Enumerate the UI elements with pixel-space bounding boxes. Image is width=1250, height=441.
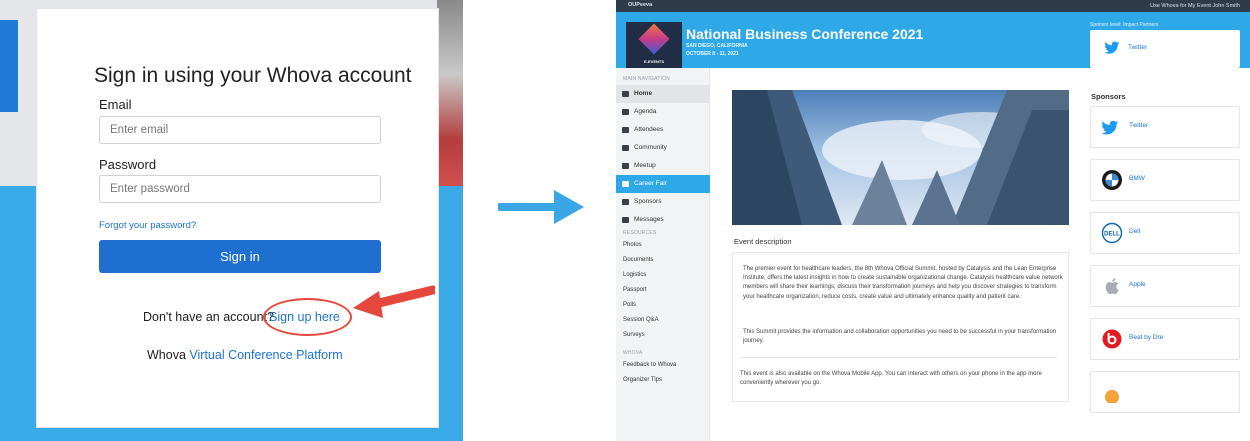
forgot-password-link[interactable]: Forgot your password? <box>99 220 196 231</box>
sidebar-item-label: Messages <box>634 216 664 223</box>
bmw-icon <box>1102 170 1122 190</box>
transition-arrow-icon <box>498 190 584 224</box>
platform-link[interactable]: Virtual Conference Platform <box>189 348 342 362</box>
event-page: OUPeeva Use Whova for My Event John Smit… <box>616 0 1250 441</box>
sponsor-card-beats[interactable]: Beat by Dre <box>1090 318 1240 360</box>
event-logo: E-EVENTS <box>626 22 682 68</box>
sponsor-name: Beat by Dre <box>1129 334 1164 341</box>
signin-button[interactable]: Sign in <box>99 240 381 273</box>
logo-text: E-EVENTS <box>643 59 664 64</box>
background-photo-strip <box>437 0 463 186</box>
email-label: Email <box>99 97 132 112</box>
topbar-links[interactable]: Use Whova for My Event John Smith <box>1150 3 1240 9</box>
description-divider <box>740 357 1057 358</box>
sidebar-item-sponsors[interactable]: Sponsors <box>616 193 710 211</box>
event-header: E-EVENTS National Business Conference 20… <box>616 12 1250 68</box>
mail-icon <box>622 217 629 223</box>
sidebar-item-surveys[interactable]: Surveys <box>623 332 645 338</box>
sidebar-item-session-qa[interactable]: Session Q&A <box>623 317 659 323</box>
highlight-oval <box>263 298 352 336</box>
header-sponsor-card[interactable]: Twitter <box>1090 30 1240 68</box>
red-pointer-arrow-icon <box>353 285 435 318</box>
description-paragraph-1: The premier event for healthcare leaders… <box>743 266 1063 300</box>
event-title: National Business Conference 2021 <box>686 26 924 42</box>
sidebar-item-label: Home <box>634 90 653 97</box>
sidebar-item-label: Attendees <box>634 126 664 133</box>
beats-icon <box>1102 329 1122 349</box>
sponsor-level-label: Sponsor level: Impact Partners <box>1090 22 1159 28</box>
sidebar-item-label: Community <box>634 144 667 151</box>
top-bar: OUPeeva Use Whova for My Event John Smit… <box>616 0 1250 12</box>
platform-prefix: Whova <box>147 348 186 362</box>
sidebar-item-community[interactable]: Community <box>616 139 710 157</box>
orange-logo-icon <box>1105 390 1119 403</box>
description-heading: Event description <box>734 237 792 246</box>
people-icon <box>622 127 629 133</box>
sidebar-heading-resources: RESOURCES <box>623 230 657 236</box>
building-icon <box>622 199 629 205</box>
sidebar-item-documents[interactable]: Documents <box>623 257 653 263</box>
header-sponsor-name: Twitter <box>1128 44 1148 51</box>
sidebar-item-attendees[interactable]: Attendees <box>616 121 710 139</box>
sidebar-item-career-fair[interactable]: Career Fair <box>616 175 710 193</box>
sidebar-item-feedback[interactable]: Feedback to Whova <box>623 362 676 368</box>
sponsor-card-partial[interactable] <box>1090 371 1240 413</box>
sidebar-item-label: Meetup <box>634 162 656 169</box>
event-location: SAN DIEGO, CALIFORNIA <box>686 43 748 49</box>
logo-diamond-icon <box>638 23 670 55</box>
sponsor-card-apple[interactable]: Apple <box>1090 265 1240 307</box>
sponsor-name: Twitter <box>1129 122 1149 129</box>
home-icon <box>622 91 629 97</box>
sidebar-item-label: Agenda <box>634 108 657 115</box>
sponsors-heading: Sponsors <box>1091 92 1126 101</box>
apple-icon <box>1105 278 1119 295</box>
skyscraper-photo <box>732 90 1069 225</box>
sponsor-card-dell[interactable]: DELL Dell <box>1090 212 1240 254</box>
event-hero-image <box>732 90 1069 225</box>
sidebar-item-organizer-tips[interactable]: Organizer Tips <box>623 377 662 383</box>
sponsor-name: Apple <box>1129 281 1146 288</box>
email-field[interactable]: Enter email <box>99 116 381 144</box>
password-field[interactable]: Enter password <box>99 175 381 203</box>
password-label: Password <box>99 157 157 172</box>
sidebar-item-passport[interactable]: Passport <box>623 287 647 293</box>
dell-icon: DELL <box>1101 222 1123 244</box>
svg-text:DELL: DELL <box>1104 232 1120 238</box>
sponsor-card-bmw[interactable]: BMW <box>1090 159 1240 201</box>
sponsor-card-twitter[interactable]: Twitter <box>1090 106 1240 148</box>
sidebar-item-messages[interactable]: Messages <box>616 211 710 229</box>
sponsor-name: Dell <box>1129 228 1141 235</box>
twitter-icon <box>1104 41 1120 54</box>
no-account-text: Don't have an account? <box>143 310 274 324</box>
signin-card: Sign in using your Whova account Email E… <box>36 8 439 428</box>
sidebar-item-home[interactable]: Home <box>616 85 710 103</box>
signin-title: Sign in using your Whova account <box>94 64 412 87</box>
chat-icon <box>622 145 629 151</box>
sidebar: MAIN NAVIGATION Home Agenda Attendees Co… <box>616 68 710 441</box>
background-letter-shape <box>0 20 18 112</box>
sidebar-heading-main: MAIN NAVIGATION <box>623 76 670 82</box>
platform-footer: Whova Virtual Conference Platform <box>147 348 343 362</box>
group-icon <box>622 163 629 169</box>
sidebar-item-label: Career Fair <box>634 180 667 187</box>
sidebar-item-label: Sponsors <box>634 198 662 205</box>
event-dates: OCTOBER 8 - 11, 2021 <box>686 51 739 57</box>
topbar-brand[interactable]: OUPeeva <box>628 2 652 8</box>
sidebar-item-meetup[interactable]: Meetup <box>616 157 710 175</box>
sidebar-item-agenda[interactable]: Agenda <box>616 103 710 121</box>
twitter-icon <box>1101 120 1119 135</box>
sidebar-item-logistics[interactable]: Logistics <box>623 272 646 278</box>
description-paragraph-3: This event is also available on the Whov… <box>740 371 1042 387</box>
briefcase-icon <box>622 181 629 187</box>
screenshot-root: Sign in using your Whova account Email E… <box>0 0 1250 441</box>
description-paragraph-2: This Summit provides the information and… <box>743 329 1057 345</box>
sidebar-heading-whova: WHOVA <box>623 350 643 356</box>
sidebar-item-polls[interactable]: Polls <box>623 302 636 308</box>
calendar-icon <box>622 109 629 115</box>
sponsor-name: BMW <box>1129 175 1145 182</box>
sidebar-item-photos[interactable]: Photos <box>623 242 642 248</box>
signin-panel: Sign in using your Whova account Email E… <box>0 0 463 441</box>
